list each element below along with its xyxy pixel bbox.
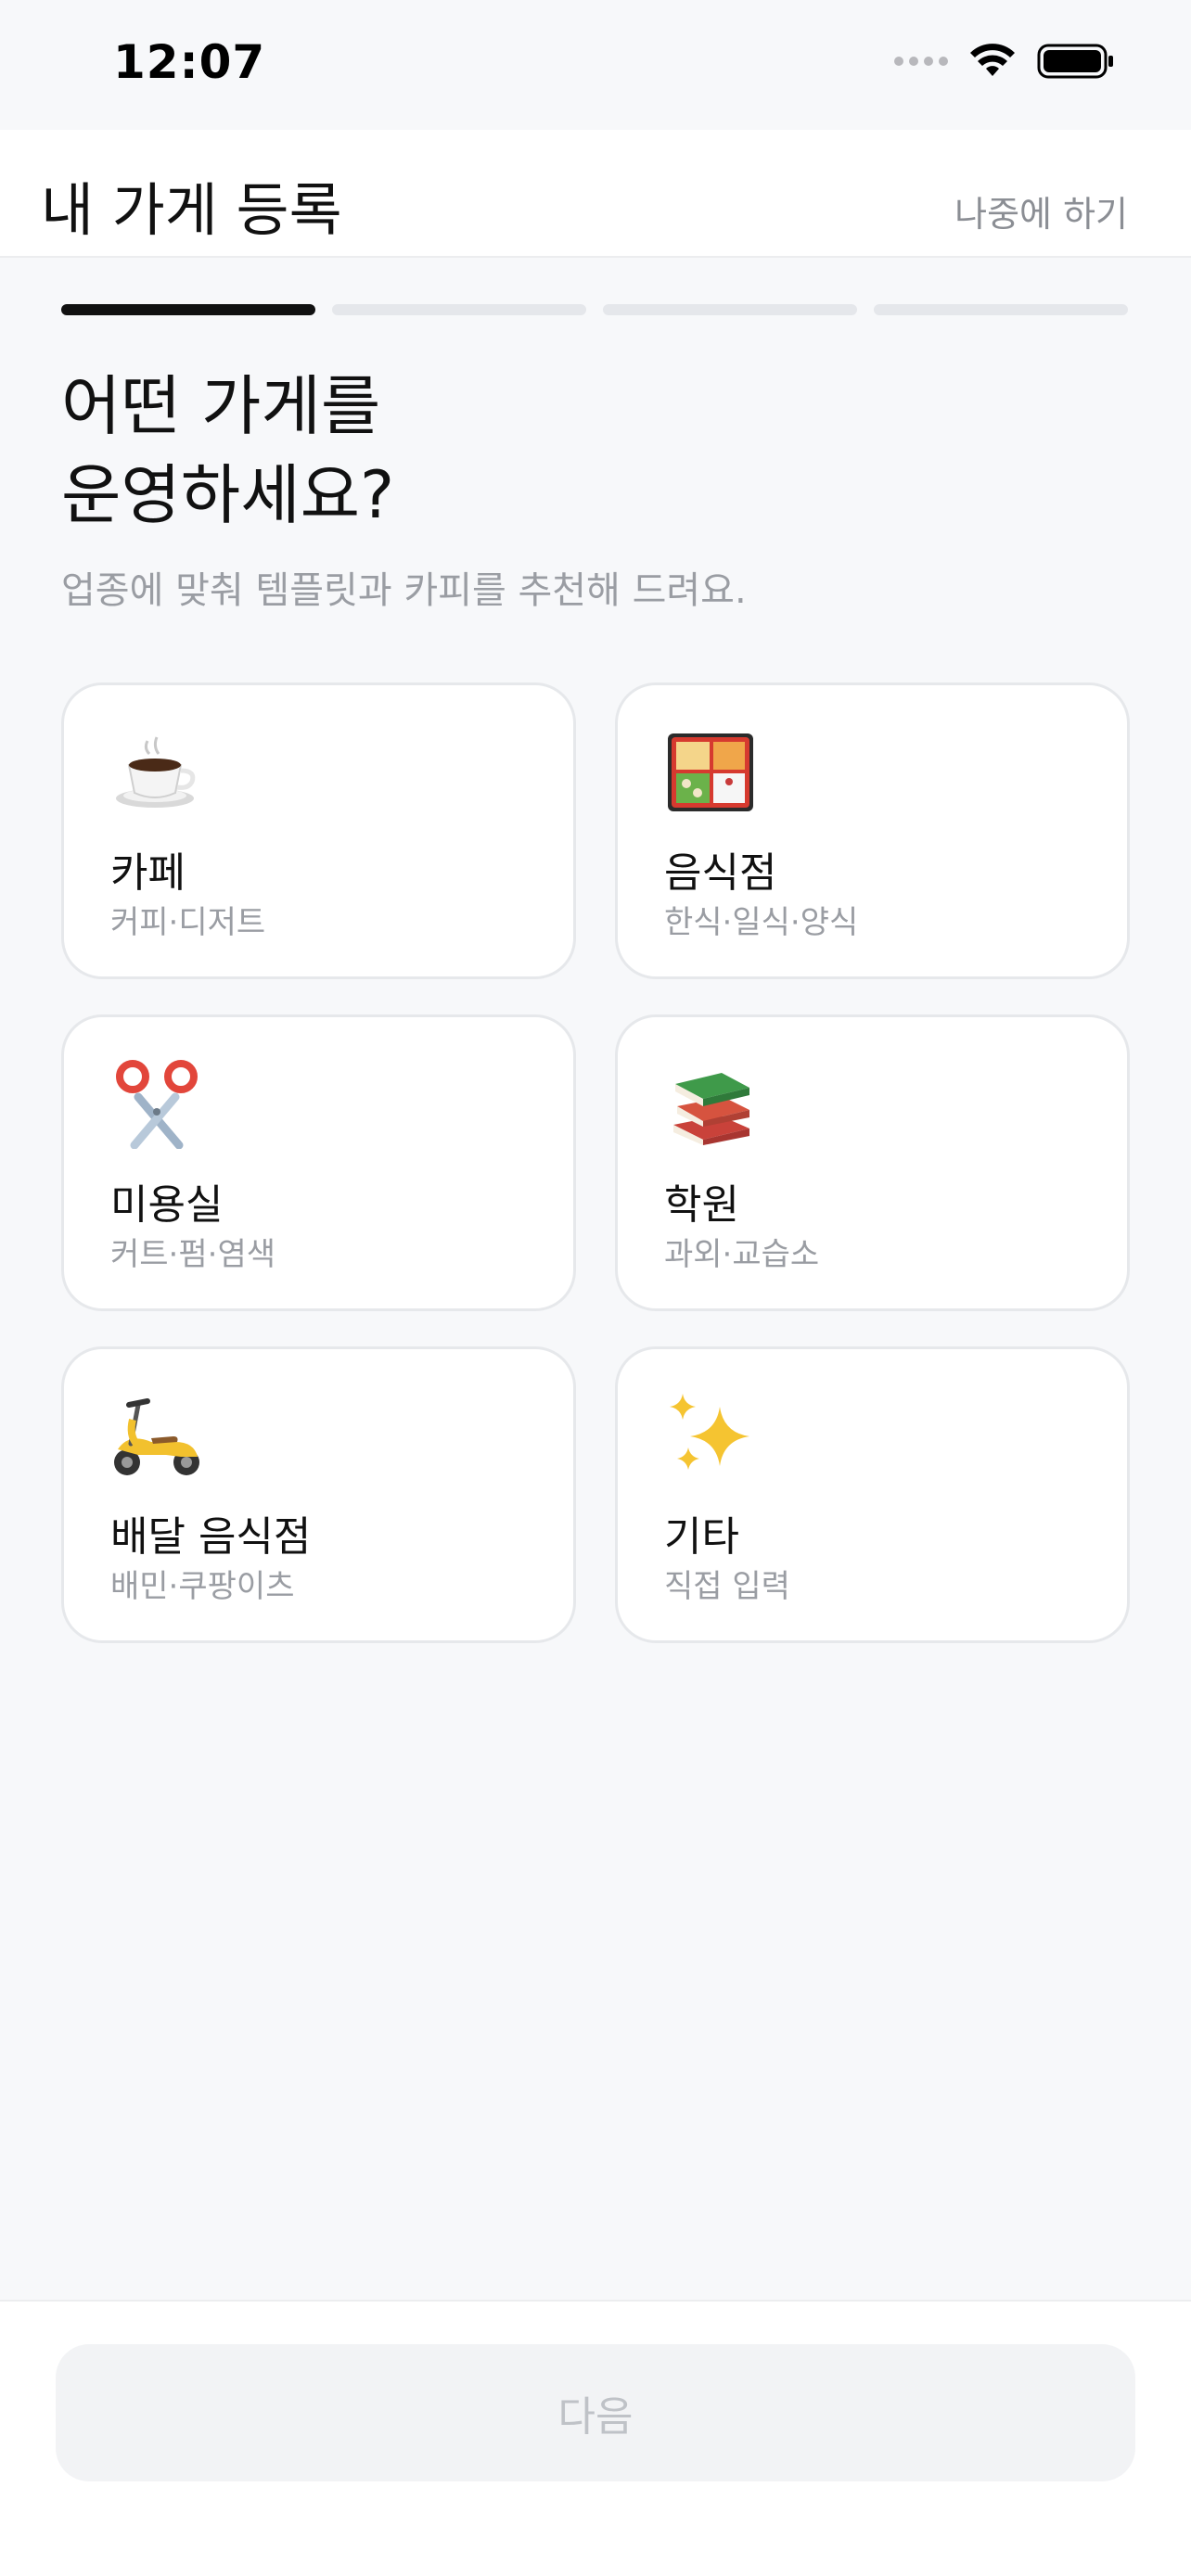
category-card-hair-salon[interactable]: 미용실 커트·펌·염색 [61,1014,576,1311]
category-title: 카페 [110,849,186,897]
category-title: 음식점 [664,849,777,897]
battery-icon [1037,44,1113,79]
category-card-restaurant[interactable]: 음식점 한식·일식·양식 [615,682,1130,979]
category-card-delivery[interactable]: 배달 음식점 배민·쿠팡이츠 [61,1346,576,1643]
skip-button[interactable]: 나중에 하기 [954,185,1128,236]
category-subtitle: 커트·펌·염색 [110,1236,276,1273]
cellular-signal-icon [894,57,948,66]
page-title: 내 가게 등록 [41,176,342,244]
books-icon [673,1073,749,1145]
step-progress-bar [61,304,1128,315]
progress-step-1 [61,304,315,315]
question-line-1: 어떤 가게를 [61,368,381,444]
footer: 다음 [0,2300,1191,2576]
header: 내 가게 등록 나중에 하기 [0,130,1191,258]
category-subtitle: 한식·일식·양식 [664,904,859,941]
question-line-2: 운영하세요? [61,457,395,533]
status-bar: 12:07 [0,0,1191,130]
category-subtitle: 직접 입력 [664,1568,790,1605]
category-title: 학원 [664,1181,739,1229]
category-title: 미용실 [110,1181,224,1229]
progress-step-4 [874,304,1128,315]
scissors-icon [116,1060,198,1149]
question-heading: 어떤 가게를 운영하세요? [61,362,394,540]
category-card-other[interactable]: 기타 직접 입력 [615,1346,1130,1643]
scooter-icon [114,1398,199,1475]
status-time: 12:07 [113,35,266,89]
category-card-cafe[interactable]: 카페 커피·디저트 [61,682,576,979]
next-button[interactable]: 다음 [56,2344,1135,2481]
category-subtitle: 배민·쿠팡이츠 [110,1568,295,1605]
bento-box-icon [668,733,753,811]
category-subtitle: 과외·교습소 [664,1236,820,1273]
progress-step-2 [332,304,586,315]
category-title: 기타 [664,1513,739,1561]
coffee-cup-icon [116,736,196,808]
question-subtitle: 업종에 맞춰 템플릿과 카피를 추천해 드려요. [61,569,747,612]
category-subtitle: 커피·디저트 [110,904,266,941]
sparkles-icon [670,1394,749,1470]
category-card-academy[interactable]: 학원 과외·교습소 [615,1014,1130,1311]
category-grid: 카페 커피·디저트 음식점 한식·일식·양식 미용실 커트·펌·염색 학원 과외… [61,682,1130,1643]
progress-step-3 [603,304,857,315]
status-icons [894,43,1115,80]
wifi-icon [970,44,1015,76]
category-title: 배달 음식점 [110,1513,312,1561]
